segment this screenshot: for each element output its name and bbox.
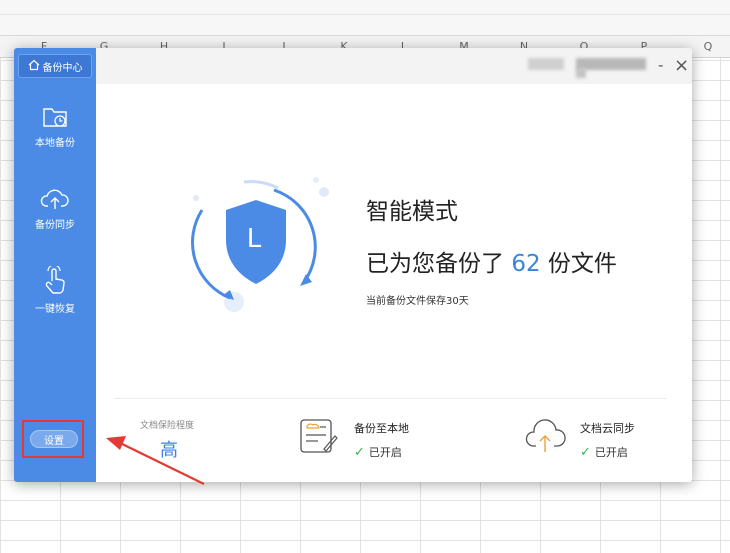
folder-clock-icon bbox=[14, 104, 96, 130]
backup-count: 62 bbox=[511, 251, 541, 277]
cloud-sync-status: 已开启 bbox=[594, 446, 628, 459]
hand-pointer-icon bbox=[14, 266, 96, 296]
mode-title: 智能模式 bbox=[366, 199, 458, 225]
blurred-account-detail bbox=[576, 68, 586, 78]
sidebar-item-backup-sync[interactable]: 备份同步 bbox=[14, 186, 96, 231]
backup-prefix: 已为您备份了 bbox=[366, 251, 504, 277]
spreadsheet-toolbar bbox=[0, 0, 730, 36]
title-bar: - × bbox=[96, 48, 692, 84]
sidebar-item-one-click-restore[interactable]: 一键恢复 bbox=[14, 266, 96, 315]
close-button[interactable]: × bbox=[674, 55, 689, 76]
retention-text: 当前备份文件保存30天 bbox=[366, 296, 469, 307]
check-icon: ✓ bbox=[580, 444, 591, 460]
blurred-account-name bbox=[576, 58, 646, 70]
local-backup-status: 已开启 bbox=[368, 446, 402, 459]
backup-suffix: 份文件 bbox=[547, 251, 617, 277]
sidebar-item-label: 本地备份 bbox=[35, 138, 75, 149]
local-backup-feature: 备份至本地 ✓ 已开启 bbox=[354, 420, 409, 460]
sidebar-item-label: 一键恢复 bbox=[35, 304, 75, 315]
backup-summary: 已为您备份了 62 份文件 bbox=[366, 244, 617, 278]
settings-highlight-box: 设置 bbox=[22, 420, 84, 458]
sidebar-item-local-backup[interactable]: 本地备份 bbox=[14, 104, 96, 149]
main-panel: L 智能模式 已为您备份了 62 份文件 当前备份文件保存30天 文档保险程度 … bbox=[96, 84, 692, 482]
shield-letter: L bbox=[246, 224, 262, 254]
backup-center-dialog: 备份中心 本地备份 备份同步 一键恢复 设置 - × L 智能模式 已为您备份了… bbox=[14, 48, 692, 482]
home-icon bbox=[28, 59, 40, 74]
cloud-sync-title: 文档云同步 bbox=[580, 422, 635, 435]
check-icon: ✓ bbox=[354, 444, 365, 460]
settings-button[interactable]: 设置 bbox=[30, 430, 78, 448]
local-backup-document-icon bbox=[300, 419, 338, 453]
backup-center-label: 备份中心 bbox=[42, 62, 83, 74]
cloud-sync-feature: 文档云同步 ✓ 已开启 bbox=[580, 420, 635, 460]
blurred-user-info bbox=[528, 58, 564, 70]
divider bbox=[114, 398, 666, 399]
minimize-button[interactable]: - bbox=[658, 56, 663, 74]
cloud-sync-icon bbox=[525, 419, 566, 452]
sidebar: 备份中心 本地备份 备份同步 一键恢复 设置 bbox=[14, 48, 96, 482]
sidebar-item-label: 备份同步 bbox=[35, 220, 75, 231]
backup-center-header[interactable]: 备份中心 bbox=[18, 54, 92, 78]
red-arrow-annotation bbox=[106, 436, 205, 485]
local-backup-title: 备份至本地 bbox=[354, 422, 409, 435]
cloud-upload-icon bbox=[14, 186, 96, 212]
